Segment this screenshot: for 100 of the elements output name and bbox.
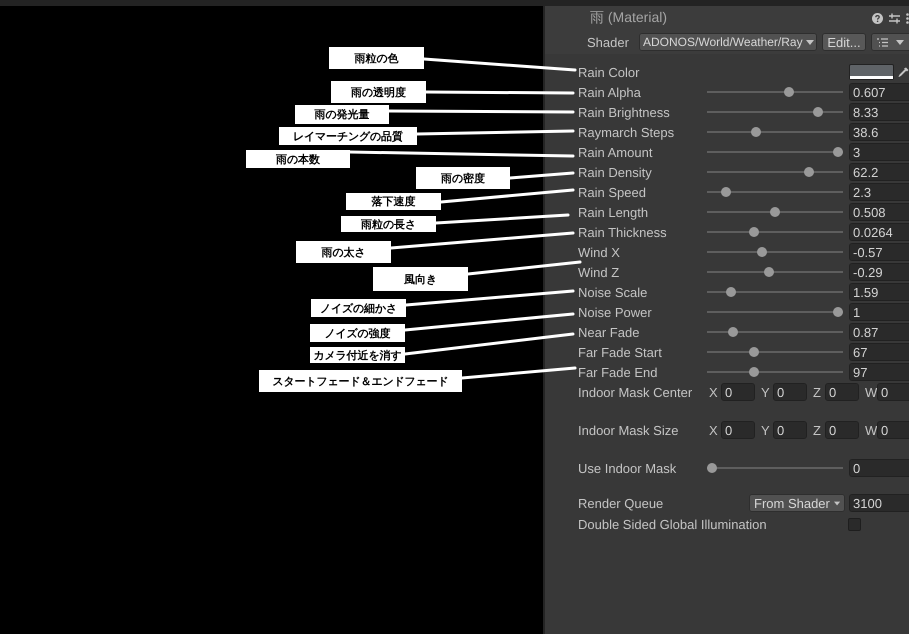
property-label: Near Fade <box>578 324 640 340</box>
property-label: Rain Color <box>578 64 640 80</box>
value-field[interactable]: 62.2 <box>849 163 909 181</box>
annotation-label: 落下速度 <box>346 193 441 210</box>
eyedropper-icon[interactable] <box>898 66 909 78</box>
list-menu-button[interactable] <box>871 33 909 51</box>
value-field[interactable]: 1.59 <box>849 283 909 301</box>
property-label: Rain Alpha <box>578 84 642 100</box>
checkbox[interactable] <box>848 518 861 530</box>
value-field[interactable]: 38.6 <box>849 123 909 141</box>
slider-thumb[interactable] <box>833 307 843 317</box>
slider-thumb[interactable] <box>757 247 768 257</box>
material-title: 雨 (Material) <box>590 9 668 27</box>
property-label: Indoor Mask Size <box>578 422 680 438</box>
property-label: Far Fade End <box>578 364 658 380</box>
slider-thumb[interactable] <box>751 127 762 137</box>
annotation-label: 風向き <box>373 267 468 291</box>
property-label: Rain Brightness <box>578 104 671 120</box>
shader-label: Shader <box>587 34 630 50</box>
property-label: Double Sided Global Illumination <box>578 516 768 532</box>
value-field[interactable]: 0 <box>877 421 909 439</box>
value-field[interactable]: 3 <box>849 143 909 161</box>
value-field[interactable]: 0 <box>721 421 755 439</box>
property-label: Rain Speed <box>578 184 647 200</box>
property-label: Rain Density <box>578 164 653 180</box>
property-label: Rain Thickness <box>578 224 668 240</box>
caret-icon <box>896 40 904 44</box>
annotation-label: 雨の密度 <box>416 167 510 189</box>
axis-label: X <box>709 422 719 438</box>
axis-label: Y <box>761 384 771 400</box>
property-label: Noise Power <box>578 304 653 320</box>
slider-thumb[interactable] <box>770 207 780 217</box>
caret-icon <box>834 500 840 506</box>
property-label: Rain Length <box>578 204 650 220</box>
help-icon[interactable] <box>872 12 883 24</box>
more-icon[interactable] <box>906 12 909 24</box>
slider-thumb[interactable] <box>748 227 759 237</box>
annotation-label: 雨粒の長さ <box>341 216 436 232</box>
annotation-label: 雨の本数 <box>246 150 350 168</box>
axis-label: Z <box>813 384 822 400</box>
property-label: Use Indoor Mask <box>578 460 678 476</box>
value-field[interactable]: -0.29 <box>849 263 909 281</box>
value-field[interactable]: 97 <box>849 363 909 381</box>
caret-icon <box>806 40 814 44</box>
value-field[interactable]: 0.87 <box>849 323 909 341</box>
slider-thumb[interactable] <box>728 327 738 337</box>
property-label: Far Fade Start <box>578 344 663 360</box>
value-field[interactable]: 0 <box>773 421 807 439</box>
annotation-label: 雨粒の色 <box>329 47 424 69</box>
annotation-label: 雨の透明度 <box>331 81 426 103</box>
shader-dropdown[interactable]: ADONOS/World/Weather/Ray <box>639 33 817 51</box>
slider-thumb[interactable] <box>812 107 823 117</box>
slider-thumb[interactable] <box>720 187 731 197</box>
value-field[interactable]: 0 <box>849 459 909 477</box>
property-label: Raymarch Steps <box>578 124 676 140</box>
list-icon <box>877 38 888 46</box>
property-label: Wind Z <box>578 264 620 280</box>
annotation-label: カメラ付近を消す <box>310 347 405 363</box>
property-label: Noise Scale <box>578 284 648 300</box>
axis-label: X <box>709 384 719 400</box>
value-field[interactable]: 8.33 <box>849 103 909 121</box>
property-label: Render Queue <box>578 496 664 510</box>
color-swatch[interactable] <box>849 64 894 80</box>
axis-label: W <box>865 384 877 400</box>
value-field[interactable]: 0 <box>773 383 807 401</box>
slider-thumb[interactable] <box>784 87 794 97</box>
annotation-label: レイマーチングの品質 <box>279 127 417 145</box>
axis-label: Z <box>813 422 822 438</box>
slider-thumb[interactable] <box>748 347 759 357</box>
value-field[interactable]: 2.3 <box>849 183 909 201</box>
annotation-label: ノイズの強度 <box>310 324 405 342</box>
slider-thumb[interactable] <box>804 167 814 177</box>
value-field[interactable]: 0.0264 <box>849 223 909 241</box>
property-label: Wind X <box>578 244 621 260</box>
annotation-label: スタートフェード＆エンドフェード <box>259 370 462 392</box>
annotation-label: ノイズの細かさ <box>311 299 406 317</box>
slider-thumb[interactable] <box>726 287 736 297</box>
annotation-label: 雨の発光量 <box>295 105 389 124</box>
value-field[interactable]: 3100 <box>849 494 909 512</box>
value-field[interactable]: 0 <box>825 383 859 401</box>
sliders-icon[interactable] <box>889 12 900 24</box>
property-label: Rain Amount <box>578 144 654 160</box>
value-field[interactable]: 0 <box>877 383 909 401</box>
value-field[interactable]: 0.607 <box>849 83 909 101</box>
value-field[interactable]: -0.57 <box>849 243 909 261</box>
edit-button[interactable]: Edit... <box>822 33 866 51</box>
value-field[interactable]: 1 <box>849 303 909 321</box>
value-field[interactable]: 0 <box>721 383 755 401</box>
value-field[interactable]: 0.508 <box>849 203 909 221</box>
leader-line <box>508 172 574 180</box>
slider-thumb[interactable] <box>764 267 774 277</box>
slider-thumb[interactable] <box>748 367 759 377</box>
property-label: Indoor Mask Center <box>578 384 694 400</box>
slider-thumb[interactable] <box>833 147 843 157</box>
value-field[interactable]: 0 <box>825 421 859 439</box>
slider-thumb[interactable] <box>707 463 717 473</box>
axis-label: Y <box>761 422 771 438</box>
render-queue-dropdown[interactable]: From Shader <box>749 494 845 512</box>
annotation-label: 雨の太さ <box>296 241 391 263</box>
value-field[interactable]: 67 <box>849 343 909 361</box>
